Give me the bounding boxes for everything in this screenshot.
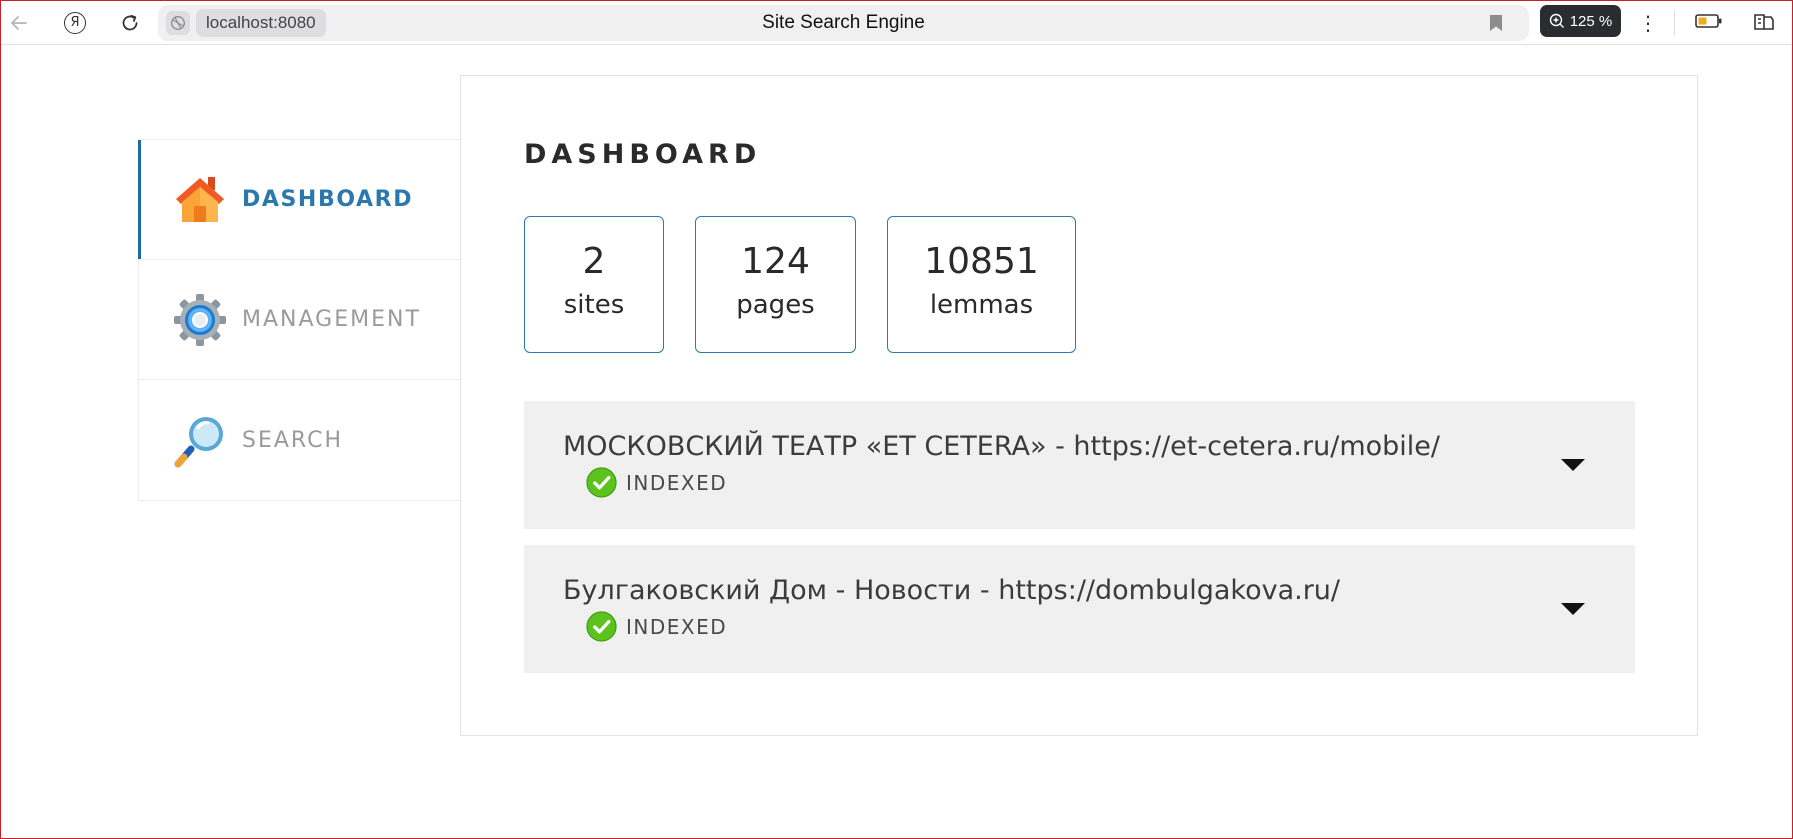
sidebar-item-management[interactable]: MANAGEMENT xyxy=(139,260,460,380)
reload-icon[interactable] xyxy=(114,7,146,39)
site-row[interactable]: Булгаковский Дом - Новости - https://dom… xyxy=(524,545,1635,673)
extension-icon[interactable] xyxy=(1751,9,1777,40)
expand-caret-icon[interactable] xyxy=(1561,459,1585,471)
stat-label: lemmas xyxy=(929,290,1034,320)
zoom-level: 125 % xyxy=(1569,12,1613,30)
yandex-letter: Я xyxy=(64,12,86,34)
stat-card-lemmas: 10851 lemmas xyxy=(887,216,1076,353)
yandex-icon[interactable]: Я xyxy=(59,7,91,39)
expand-caret-icon[interactable] xyxy=(1561,603,1585,615)
sidebar-item-label: SEARCH xyxy=(242,427,344,453)
site-row[interactable]: МОСКОВСКИЙ ТЕАТР «ЕТ СЕТЕRA» - https://e… xyxy=(524,401,1635,529)
url-text[interactable]: localhost:8080 xyxy=(196,9,326,37)
status-label: INDEXED xyxy=(626,614,728,639)
page-heading: DASHBOARD xyxy=(524,139,762,170)
toolbar-divider xyxy=(1674,11,1675,35)
house-icon xyxy=(172,172,228,228)
sidebar-item-dashboard[interactable]: DASHBOARD xyxy=(138,140,460,260)
site-status: INDEXED xyxy=(586,467,727,498)
address-bar[interactable]: localhost:8080 Site Search Engine xyxy=(158,5,1529,41)
stat-label: pages xyxy=(736,290,815,320)
check-circle-icon xyxy=(586,467,617,498)
more-menu-icon[interactable]: ⋮ xyxy=(1636,7,1660,39)
site-info-icon[interactable] xyxy=(166,11,190,35)
stat-card-pages: 124 pages xyxy=(695,216,856,353)
bookmark-icon[interactable] xyxy=(1489,14,1507,34)
back-arrow-icon[interactable] xyxy=(3,7,35,39)
site-title: Булгаковский Дом - Новости - https://dom… xyxy=(563,575,1341,606)
magnifier-icon xyxy=(172,412,228,468)
gear-icon xyxy=(172,292,228,348)
battery-icon[interactable] xyxy=(1695,13,1723,34)
zoom-in-icon xyxy=(1549,13,1564,28)
stat-value: 10851 xyxy=(924,241,1039,282)
stat-value: 124 xyxy=(741,241,810,282)
site-status: INDEXED xyxy=(586,611,727,642)
sidebar-item-search[interactable]: SEARCH xyxy=(139,380,460,500)
stat-label: sites xyxy=(563,290,625,320)
browser-toolbar: Я localhost:8080 Site Search Engine 125 … xyxy=(1,1,1792,45)
sidebar-item-label: DASHBOARD xyxy=(242,187,414,212)
page-title: Site Search Engine xyxy=(762,12,925,33)
stat-value: 2 xyxy=(582,241,606,282)
status-label: INDEXED xyxy=(626,470,728,495)
site-title: МОСКОВСКИЙ ТЕАТР «ЕТ СЕТЕRA» - https://e… xyxy=(563,431,1440,462)
sidebar: DASHBOARD MANAGEMENT SEARCH xyxy=(138,139,460,501)
zoom-indicator[interactable]: 125 % xyxy=(1540,5,1621,37)
stat-card-sites: 2 sites xyxy=(524,216,664,353)
check-circle-icon xyxy=(586,611,617,642)
dashboard-panel: DASHBOARD 2 sites 124 pages 10851 lemmas… xyxy=(460,75,1698,736)
sidebar-item-label: MANAGEMENT xyxy=(242,307,421,332)
